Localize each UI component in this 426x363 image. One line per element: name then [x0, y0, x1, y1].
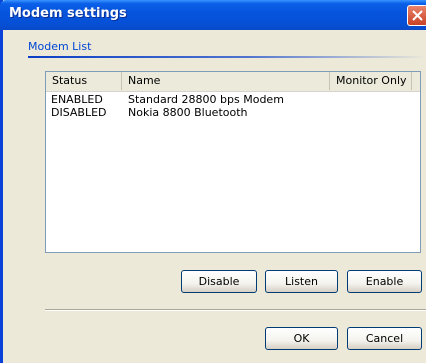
- modem-settings-window: Modem settings Modem List Status Name Mo…: [0, 0, 426, 363]
- modem-list[interactable]: Status Name Monitor Only ENABLED Standar…: [45, 71, 421, 253]
- close-button[interactable]: [407, 5, 426, 26]
- list-row[interactable]: ENABLED Standard 28800 bps Modem: [46, 93, 420, 106]
- section-divider: [28, 56, 426, 58]
- list-row[interactable]: DISABLED Nokia 8800 Bluetooth: [46, 106, 420, 119]
- close-icon: [412, 10, 423, 21]
- row-status: DISABLED: [51, 106, 107, 119]
- modem-list-label: Modem List: [28, 40, 92, 53]
- title-bar[interactable]: Modem settings: [0, 0, 426, 30]
- list-body: ENABLED Standard 28800 bps Modem DISABLE…: [46, 93, 420, 119]
- disable-button[interactable]: Disable: [181, 270, 257, 293]
- ok-button[interactable]: OK: [265, 327, 338, 350]
- list-header: Status Name Monitor Only: [46, 72, 420, 92]
- row-name: Standard 28800 bps Modem: [128, 93, 284, 106]
- row-name: Nokia 8800 Bluetooth: [128, 106, 248, 119]
- listen-button[interactable]: Listen: [265, 270, 338, 293]
- button-separator: [45, 309, 426, 311]
- enable-button[interactable]: Enable: [347, 270, 422, 293]
- row-status: ENABLED: [51, 93, 103, 106]
- cancel-button[interactable]: Cancel: [347, 327, 422, 350]
- window-title: Modem settings: [9, 6, 127, 21]
- column-header-monitor-only[interactable]: Monitor Only: [330, 72, 412, 90]
- column-header-status[interactable]: Status: [46, 72, 122, 90]
- column-header-name[interactable]: Name: [122, 72, 330, 90]
